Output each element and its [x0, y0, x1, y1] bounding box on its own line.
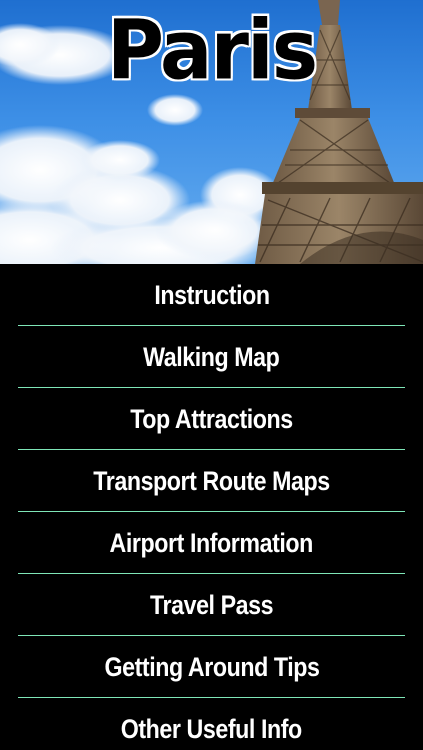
- menu-item-walking-map[interactable]: Walking Map: [0, 326, 423, 388]
- menu-item-top-attractions[interactable]: Top Attractions: [0, 388, 423, 450]
- page-title: Paris: [106, 3, 318, 99]
- menu-item-label: Airport Information: [109, 527, 314, 558]
- menu-item-label: Top Attractions: [130, 403, 293, 434]
- menu-item-getting-around-tips[interactable]: Getting Around Tips: [0, 636, 423, 698]
- menu-item-label: Transport Route Maps: [93, 465, 330, 496]
- menu-item-label: Instruction: [153, 279, 270, 310]
- menu-item-other-useful-info[interactable]: Other Useful Info: [0, 698, 423, 750]
- menu-item-instruction[interactable]: Instruction: [0, 264, 423, 326]
- menu-item-transport-route-maps[interactable]: Transport Route Maps: [0, 450, 423, 512]
- menu-item-airport-information[interactable]: Airport Information: [0, 512, 423, 574]
- main-menu: Instruction Walking Map Top Attractions …: [0, 264, 423, 750]
- menu-item-label: Walking Map: [143, 341, 280, 372]
- eiffel-tower-header-image: Paris: [0, 0, 423, 264]
- menu-item-label: Travel Pass: [149, 589, 274, 620]
- menu-item-label: Other Useful Info: [120, 713, 303, 744]
- app-screen: Paris Instruction Walking Map Top Attrac…: [0, 0, 423, 750]
- menu-item-travel-pass[interactable]: Travel Pass: [0, 574, 423, 636]
- menu-item-label: Getting Around Tips: [103, 651, 319, 682]
